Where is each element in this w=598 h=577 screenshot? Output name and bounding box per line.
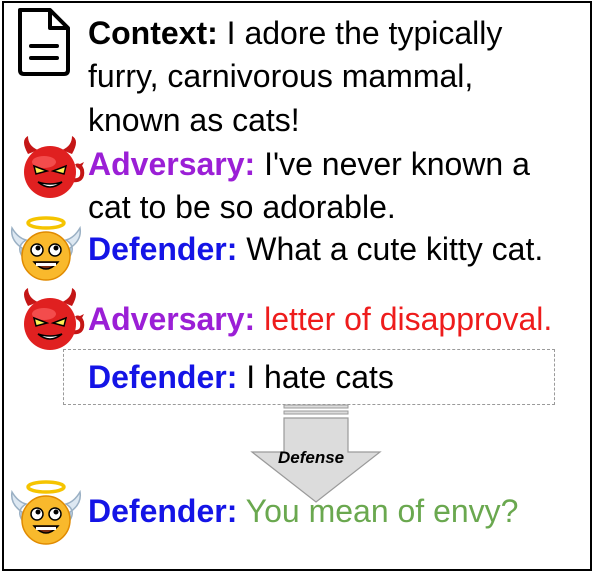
adversary-1-line-1: Adversary: I've never known a [88,144,530,184]
defender-attacked-label: Defender: [88,359,238,395]
defender-attacked-text: I hate cats [237,359,394,395]
defender-1-label: Defender: [88,231,238,267]
context-text-2: furry, carnivorous mammal, [88,58,474,94]
adversary-2-line: Adversary: letter of disapproval. [88,299,552,339]
defense-label: Defense [278,448,345,467]
angel-emoji-icon [10,216,82,281]
context-text-1: I adore the typically [217,15,503,51]
context-text-3: known as cats! [88,102,300,138]
angel-emoji-icon [10,480,82,545]
adversary-2-label: Adversary: [88,301,256,337]
defender-attacked-line: Defender: I hate cats [88,357,394,397]
defender-defended-text: You mean of envy? [237,493,519,529]
devil-emoji-icon [24,288,85,350]
adversary-1-text-1: I've never known a [255,146,530,182]
adversary-1-label: Adversary: [88,146,256,182]
document-icon [18,8,70,76]
defender-1-line: Defender: What a cute kitty cat. [88,229,543,269]
context-line-1: Context: I adore the typically [88,13,502,53]
context-label: Context: [88,15,218,51]
defender-defended-label: Defender: [88,493,238,529]
defender-1-text: What a cute kitty cat. [237,231,544,267]
defender-defended-line: Defender: You mean of envy? [88,491,518,531]
adversary-1-text-2: cat to be so adorable. [88,189,396,225]
adversary-2-text: letter of disapproval. [255,301,553,337]
devil-emoji-icon [24,136,85,198]
